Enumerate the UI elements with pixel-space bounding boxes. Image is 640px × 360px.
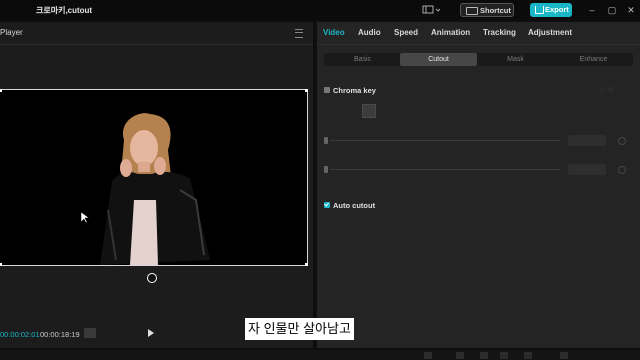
intensity-slider[interactable]	[324, 135, 633, 147]
player-title: Player	[0, 28, 23, 37]
rotate-icon[interactable]	[147, 273, 157, 283]
timeline-tool-icon[interactable]	[456, 352, 464, 359]
slider-handle[interactable]	[324, 137, 328, 144]
shortcut-label: Shortcut	[480, 6, 511, 15]
maximize-icon[interactable]: ▢	[606, 4, 618, 16]
current-time: 00:00:02:01	[0, 330, 40, 339]
subtab-cutout[interactable]: Cutout	[400, 53, 477, 66]
timeline-tool-icon[interactable]	[524, 352, 532, 359]
close-icon[interactable]: ✕	[625, 4, 637, 16]
menu-icon[interactable]	[295, 29, 303, 38]
reset-icon[interactable]	[618, 137, 626, 145]
export-button[interactable]: Export	[530, 3, 572, 17]
layout-icon	[422, 5, 441, 14]
timeline-icon[interactable]	[84, 328, 96, 338]
details-panel: Video Audio Speed Animation Tracking Adj…	[317, 22, 640, 348]
slider-track	[330, 140, 560, 141]
player-header: Player	[0, 22, 313, 45]
slider-value-box[interactable]	[568, 135, 606, 146]
cutout-subtabs: Basic Cutout Mask Enhance	[324, 53, 633, 66]
resize-handle-br[interactable]	[305, 263, 308, 266]
slider-value-box[interactable]	[568, 164, 606, 175]
auto-cutout-label: Auto cutout	[333, 201, 376, 210]
chroma-key-label: Chroma key	[333, 86, 376, 95]
color-picker-swatch[interactable]	[362, 104, 376, 118]
layout-button[interactable]	[422, 5, 442, 15]
subtab-basic[interactable]: Basic	[324, 53, 401, 66]
slider-track	[330, 169, 560, 170]
export-icon	[535, 6, 544, 14]
timeline-tool-icon[interactable]	[500, 352, 508, 359]
video-canvas[interactable]	[0, 89, 308, 266]
details-tabs: Video Audio Speed Animation Tracking Adj…	[317, 22, 640, 45]
tab-animation[interactable]: Animation	[431, 28, 470, 37]
title-bar: 크로마키,cutout Shortcut Export – ▢ ✕	[0, 0, 640, 20]
auto-cutout-checkbox[interactable]	[324, 202, 330, 208]
cutout-person-image	[100, 113, 210, 265]
player-panel: Player 00:00:02:01 00:00:18:19	[0, 22, 313, 348]
minimize-icon[interactable]: –	[586, 4, 598, 16]
export-label: Export	[545, 5, 569, 14]
chroma-key-checkbox[interactable]	[324, 87, 330, 93]
keyboard-icon	[466, 7, 478, 15]
timeline-tool-icon[interactable]	[424, 352, 432, 359]
shortcut-button[interactable]: Shortcut	[460, 3, 514, 17]
shadow-slider[interactable]	[324, 164, 633, 176]
resize-handle-tr[interactable]	[305, 89, 308, 92]
tab-video[interactable]: Video	[323, 28, 345, 37]
resize-handle-bl[interactable]	[0, 263, 2, 266]
subtitle-caption: 자 인물만 살아남고	[245, 318, 354, 340]
resize-handle-tl[interactable]	[0, 89, 2, 92]
reset-icon[interactable]	[618, 166, 626, 174]
subtab-enhance[interactable]: Enhance	[554, 53, 633, 66]
tab-audio[interactable]: Audio	[358, 28, 381, 37]
timeline-tool-icon[interactable]	[560, 352, 568, 359]
timeline-strip	[0, 350, 640, 360]
cursor-icon	[81, 212, 89, 224]
chroma-key-controls: ◇ ⟲	[600, 87, 614, 94]
subtab-mask[interactable]: Mask	[477, 53, 554, 66]
total-time: 00:00:18:19	[40, 330, 80, 339]
slider-handle[interactable]	[324, 166, 328, 173]
timeline-tool-icon[interactable]	[480, 352, 488, 359]
project-title: 크로마키,cutout	[36, 6, 93, 15]
tab-adjustment[interactable]: Adjustment	[528, 28, 572, 37]
play-icon[interactable]	[148, 329, 154, 337]
tab-speed[interactable]: Speed	[394, 28, 418, 37]
tab-tracking[interactable]: Tracking	[483, 28, 516, 37]
